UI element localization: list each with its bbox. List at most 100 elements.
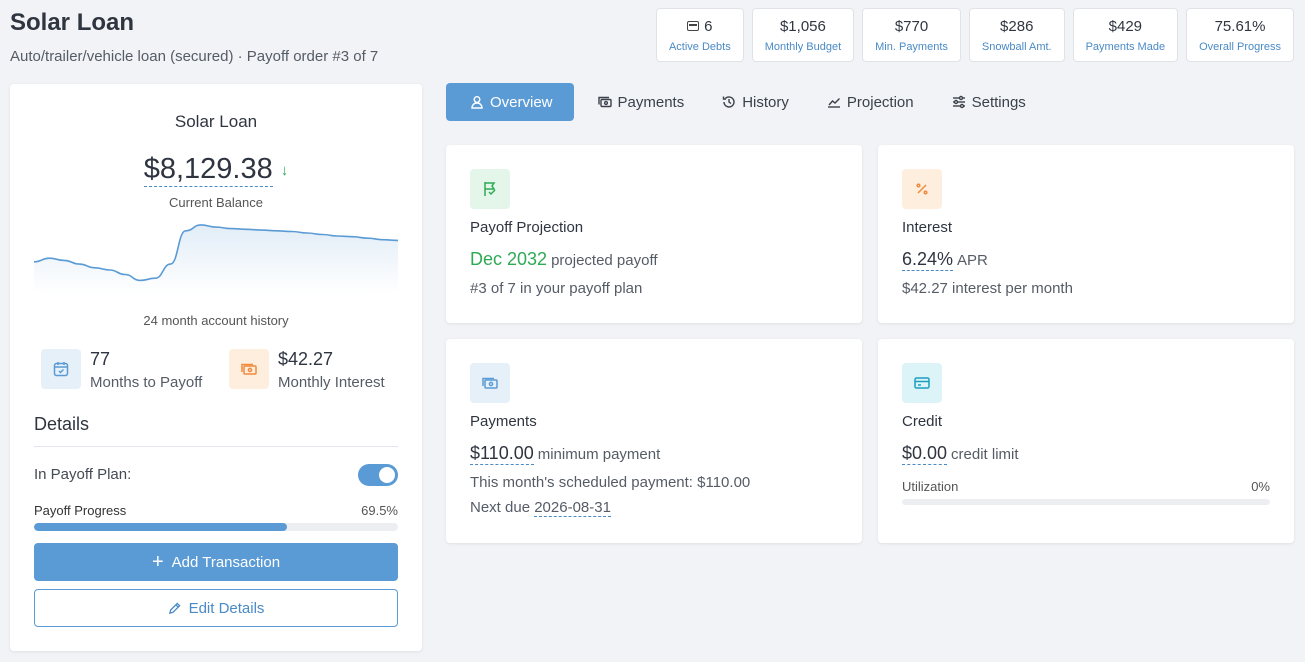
stat-snowball: $286 Snowball Amt.: [968, 8, 1065, 62]
stat-label: Overall Progress: [1199, 40, 1281, 53]
monthly-interest-value: $42.27: [278, 349, 334, 369]
divider: [34, 446, 398, 447]
money-icon: [597, 96, 612, 108]
minimum-payment-row: $110.00 minimum payment: [470, 443, 660, 465]
tab-payments[interactable]: Payments: [574, 83, 699, 121]
tab-label: History: [742, 93, 789, 111]
monthly-interest-metric: $42.27 Monthly Interest: [229, 349, 385, 391]
tab-label: Projection: [846, 93, 914, 111]
add-transaction-label: Add Transaction: [171, 553, 281, 571]
add-transaction-button[interactable]: + Add Transaction: [34, 543, 398, 581]
next-due-prefix: Next due: [470, 499, 531, 516]
flag-icon: [470, 169, 510, 209]
tab-projection[interactable]: Projection: [803, 83, 928, 121]
apr-value[interactable]: 6.24%: [902, 249, 954, 271]
projected-payoff-date: Dec 2032: [470, 249, 548, 269]
payoff-progress-bar: [34, 523, 398, 531]
user-icon: [471, 96, 483, 109]
payoff-projection-card: Payoff Projection Dec 2032 projected pay…: [446, 145, 862, 323]
stat-min-payments: $770 Min. Payments: [862, 8, 961, 62]
stat-value: 6: [704, 17, 713, 35]
card-title: Payments: [470, 413, 537, 430]
months-to-payoff-label: Months to Payoff: [90, 374, 203, 391]
history-caption: 24 month account history: [143, 313, 289, 328]
minimum-payment-value[interactable]: $110.00: [470, 443, 534, 465]
card-title: Credit: [902, 413, 943, 430]
card-title: Payoff Projection: [470, 219, 584, 236]
credit-limit-row: $0.00 credit limit: [902, 443, 1019, 465]
sliders-icon: [952, 95, 965, 109]
stat-value: $1,056: [779, 17, 826, 35]
apr-row: 6.24% APR: [902, 249, 988, 271]
stat-value: 75.61%: [1214, 17, 1266, 35]
credit-card: Credit $0.00 credit limit Utilization 0%: [878, 339, 1294, 543]
next-due-row: Next due 2026-08-31: [470, 499, 611, 517]
history-icon: [723, 96, 735, 108]
sparkline-area: [34, 224, 398, 294]
stat-label: Payments Made: [1085, 40, 1166, 53]
utilization-label: Utilization: [902, 479, 959, 494]
payoff-progress-value: 69.5%: [361, 503, 398, 518]
stat-overall-progress: 75.61% Overall Progress: [1186, 8, 1294, 62]
page-title: Solar Loan: [10, 9, 135, 36]
tab-bar: Overview Payments History Projection Set…: [446, 83, 1040, 121]
percent-icon: [902, 169, 942, 209]
next-due-date[interactable]: 2026-08-31: [534, 499, 611, 517]
scheduled-payment-text: This month's scheduled payment: $110.00: [470, 474, 751, 491]
credit-limit-suffix: credit limit: [951, 446, 1019, 463]
balance-row: $8,129.38 ↓: [10, 153, 422, 187]
payments-card: Payments $110.00 minimum payment This mo…: [446, 339, 862, 543]
calendar-icon: [41, 349, 81, 389]
payoff-progress-fill: [34, 523, 287, 531]
tab-settings[interactable]: Settings: [928, 83, 1040, 121]
tab-history[interactable]: History: [698, 83, 803, 121]
stat-label: Min. Payments: [875, 40, 948, 53]
payoff-order-text: #3 of 7 in your payoff plan: [470, 280, 643, 297]
tab-label: Payments: [617, 93, 685, 111]
arrow-down-icon: ↓: [280, 161, 289, 179]
interest-per-month: $42.27 interest per month: [902, 280, 1073, 297]
stat-value: $286: [1000, 17, 1034, 35]
balance-history-sparkline: [34, 224, 398, 294]
edit-details-label: Edit Details: [188, 599, 265, 617]
projected-payoff-suffix: projected payoff: [551, 252, 658, 269]
tab-label: Settings: [971, 93, 1026, 111]
tab-overview[interactable]: Overview: [446, 83, 574, 121]
current-balance[interactable]: $8,129.38: [143, 153, 273, 187]
payoff-progress-label: Payoff Progress: [34, 503, 127, 518]
page-subtitle: Auto/trailer/vehicle loan (secured) · Pa…: [10, 48, 379, 65]
account-sidebar: Solar Loan $8,129.38 ↓ Current Balance 2…: [10, 84, 422, 651]
stat-label: Active Debts: [668, 40, 731, 53]
wallet-icon: [687, 21, 700, 31]
in-payoff-plan-label: In Payoff Plan:: [34, 466, 132, 483]
utilization-value: 0%: [1251, 479, 1270, 494]
tab-label: Overview: [490, 93, 553, 111]
interest-card: Interest 6.24% APR $42.27 interest per m…: [878, 145, 1294, 323]
money-icon: [470, 363, 510, 403]
stat-label: Monthly Budget: [764, 40, 842, 53]
stat-payments-made: $429 Payments Made: [1072, 8, 1179, 62]
stat-value: $429: [1108, 17, 1143, 35]
stat-label: Snowball Amt.: [981, 40, 1052, 53]
credit-limit-value[interactable]: $0.00: [902, 443, 948, 465]
pencil-icon: [168, 601, 181, 614]
stats-bar: 6 Active Debts $1,056 Monthly Budget $77…: [655, 8, 1294, 62]
credit-card-icon: [902, 363, 942, 403]
projected-payoff-row: Dec 2032 projected payoff: [470, 249, 658, 270]
months-to-payoff-metric: 77 Months to Payoff: [41, 349, 202, 391]
stat-value: $770: [894, 17, 929, 35]
account-name: Solar Loan: [174, 112, 258, 131]
minimum-payment-suffix: minimum payment: [537, 446, 661, 463]
utilization-bar: [902, 499, 1270, 505]
stat-active-debts: 6 Active Debts: [655, 8, 744, 62]
monthly-interest-label: Monthly Interest: [278, 374, 385, 391]
stat-monthly-budget: $1,056 Monthly Budget: [751, 8, 855, 62]
card-title: Interest: [902, 219, 953, 236]
plus-icon: +: [151, 551, 164, 573]
details-heading: Details: [34, 414, 90, 434]
edit-details-button[interactable]: Edit Details: [34, 589, 398, 627]
cash-icon: [229, 349, 269, 389]
in-payoff-plan-toggle[interactable]: [358, 464, 398, 486]
balance-label: Current Balance: [169, 195, 263, 210]
apr-suffix: APR: [957, 252, 988, 269]
